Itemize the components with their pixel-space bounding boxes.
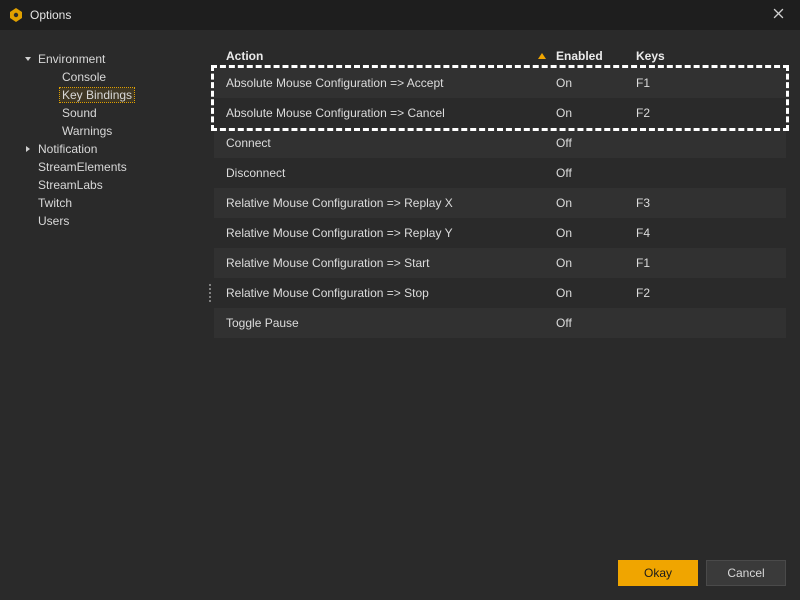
table-header: Action Enabled Keys <box>214 44 786 68</box>
table-row[interactable]: DisconnectOff <box>214 158 786 188</box>
cell-keys: F2 <box>636 106 786 120</box>
cell-keys: F3 <box>636 196 786 210</box>
content: Environment Console Key Bindings Sound Warni… <box>0 30 800 546</box>
cell-enabled: On <box>556 76 636 90</box>
sidebar-item-label: StreamLabs <box>36 178 105 192</box>
cell-enabled: Off <box>556 316 636 330</box>
sidebar-tree: Environment Console Key Bindings Sound Warni… <box>14 44 214 546</box>
table-row[interactable]: Absolute Mouse Configuration => AcceptOn… <box>214 68 786 98</box>
cell-enabled: On <box>556 226 636 240</box>
cell-action: Relative Mouse Configuration => Start <box>226 256 556 270</box>
cell-action: Relative Mouse Configuration => Replay X <box>226 196 556 210</box>
sidebar-item-label: Environment <box>36 52 107 66</box>
titlebar-left: Options <box>8 7 71 23</box>
column-header-enabled[interactable]: Enabled <box>556 49 636 63</box>
cell-enabled: On <box>556 106 636 120</box>
cell-action: Relative Mouse Configuration => Stop <box>226 286 556 300</box>
sidebar-item-label: Users <box>36 214 71 228</box>
app-icon <box>8 7 24 23</box>
close-icon <box>773 8 784 22</box>
cell-keys: F1 <box>636 256 786 270</box>
cell-action: Absolute Mouse Configuration => Accept <box>226 76 556 90</box>
sidebar-item-notification[interactable]: Notification <box>20 140 214 158</box>
cell-action: Absolute Mouse Configuration => Cancel <box>226 106 556 120</box>
cell-action: Toggle Pause <box>226 316 556 330</box>
table-row[interactable]: Absolute Mouse Configuration => CancelOn… <box>214 98 786 128</box>
sidebar-item-label: Twitch <box>36 196 74 210</box>
keybindings-panel: Action Enabled Keys Absolute Mouse Confi… <box>214 44 786 546</box>
drag-handle-icon[interactable] <box>207 284 213 302</box>
cell-keys: F4 <box>636 226 786 240</box>
cell-keys: F2 <box>636 286 786 300</box>
sidebar-item-console[interactable]: Console <box>20 68 214 86</box>
cell-action: Disconnect <box>226 166 556 180</box>
column-header-enabled-label: Enabled <box>556 49 603 63</box>
table-row[interactable]: Relative Mouse Configuration => StartOnF… <box>214 248 786 278</box>
window-title: Options <box>30 8 71 22</box>
sort-ascending-icon <box>538 53 546 59</box>
titlebar: Options <box>0 0 800 30</box>
sidebar-item-label: Sound <box>60 106 99 120</box>
close-button[interactable] <box>764 1 792 29</box>
cell-enabled: On <box>556 256 636 270</box>
column-header-keys-label: Keys <box>636 49 665 63</box>
sidebar-item-streamelements[interactable]: StreamElements <box>20 158 214 176</box>
chevron-down-icon <box>22 53 34 65</box>
cell-enabled: On <box>556 286 636 300</box>
column-header-keys[interactable]: Keys <box>636 49 786 63</box>
cell-action: Connect <box>226 136 556 150</box>
table-row[interactable]: Relative Mouse Configuration => Replay Y… <box>214 218 786 248</box>
sidebar-item-label: StreamElements <box>36 160 129 174</box>
cell-action: Relative Mouse Configuration => Replay Y <box>226 226 556 240</box>
sidebar-item-key-bindings[interactable]: Key Bindings <box>20 86 214 104</box>
table-row[interactable]: Toggle PauseOff <box>214 308 786 338</box>
table-row[interactable]: Relative Mouse Configuration => Replay X… <box>214 188 786 218</box>
chevron-right-icon <box>22 143 34 155</box>
sidebar-item-label: Notification <box>36 142 99 156</box>
sidebar-item-sound[interactable]: Sound <box>20 104 214 122</box>
sidebar-item-label: Key Bindings <box>60 88 134 102</box>
cell-enabled: On <box>556 196 636 210</box>
column-header-action-label: Action <box>226 49 263 63</box>
dialog-footer: Okay Cancel <box>0 546 800 600</box>
cell-enabled: Off <box>556 166 636 180</box>
table-row[interactable]: ConnectOff <box>214 128 786 158</box>
table-body: Absolute Mouse Configuration => AcceptOn… <box>214 68 786 338</box>
sidebar-item-environment[interactable]: Environment <box>20 50 214 68</box>
sidebar-item-twitch[interactable]: Twitch <box>20 194 214 212</box>
sidebar-item-streamlabs[interactable]: StreamLabs <box>20 176 214 194</box>
cancel-button[interactable]: Cancel <box>706 560 786 586</box>
sidebar-item-warnings[interactable]: Warnings <box>20 122 214 140</box>
table-row[interactable]: Relative Mouse Configuration => StopOnF2 <box>214 278 786 308</box>
okay-button[interactable]: Okay <box>618 560 698 586</box>
sidebar-item-label: Warnings <box>60 124 114 138</box>
cell-keys: F1 <box>636 76 786 90</box>
sidebar-item-users[interactable]: Users <box>20 212 214 230</box>
sidebar-item-label: Console <box>60 70 108 84</box>
column-header-action[interactable]: Action <box>226 49 556 63</box>
cell-enabled: Off <box>556 136 636 150</box>
